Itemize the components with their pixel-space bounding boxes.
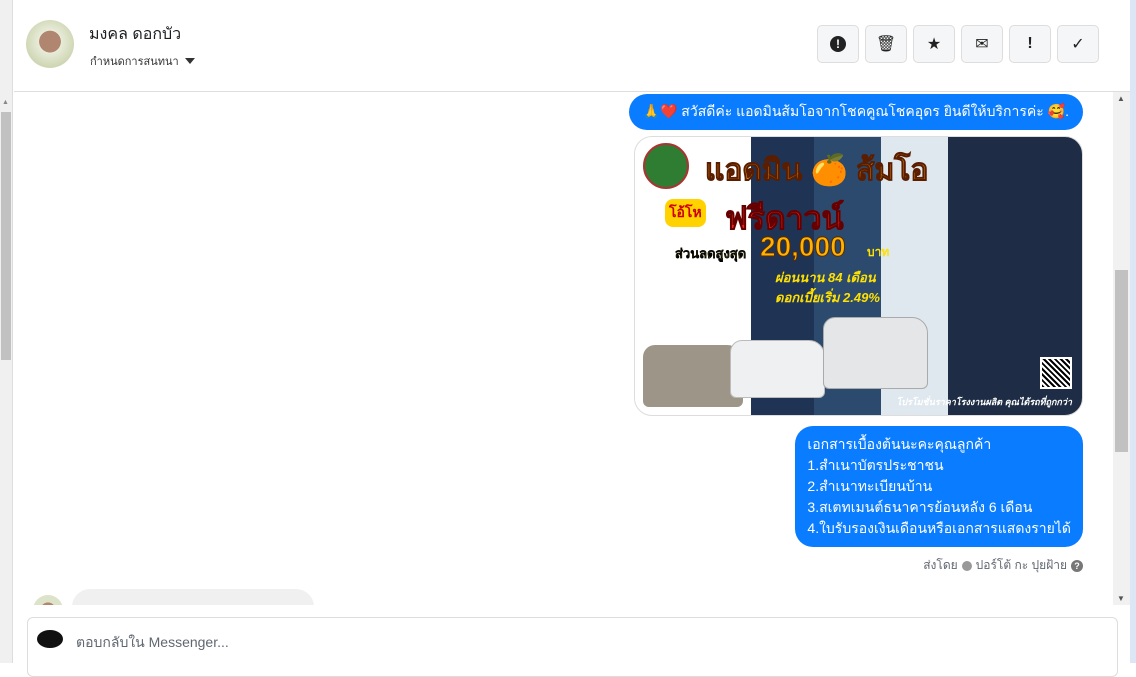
incoming-message	[72, 589, 314, 605]
verified-icon	[961, 560, 972, 571]
promo-installment: ผ่อนนาน 84 เดือน	[775, 270, 876, 285]
window-edge	[1130, 0, 1136, 663]
assign-conversation-dropdown[interactable]: กำหนดการสนทนา	[90, 52, 195, 70]
conversation-header: มงคล ดอกบัว กำหนดการสนทนา ! 🗑 ★ ✉ ! ✓	[14, 0, 1130, 92]
message-line: เอกสารเบื้องต้นนะคะคุณลูกค้า	[807, 436, 992, 452]
reply-input[interactable]: ตอบกลับใน Messenger...	[76, 632, 229, 654]
scroll-up-icon[interactable]: ▲	[1117, 94, 1125, 103]
contact-avatar-small	[33, 595, 63, 605]
car-image	[643, 345, 743, 407]
star-icon: ★	[926, 36, 942, 53]
promo-discount-label: ส่วนลดสูงสุด	[675, 246, 747, 261]
message-line: 2.สำเนาทะเบียนบ้าน	[807, 478, 933, 494]
contact-avatar[interactable]	[26, 20, 74, 68]
assign-label: กำหนดการสนทนา	[90, 56, 179, 68]
promo-footer: โปรโมชั่นราคาโรงงานผลิต คุณได้รถที่ถูกกว…	[896, 397, 1072, 407]
action-toolbar: ! 🗑 ★ ✉ ! ✓	[817, 25, 1099, 63]
pickup-cage-image	[823, 317, 928, 389]
page-avatar	[37, 630, 63, 648]
reply-composer[interactable]: ตอบกลับใน Messenger...	[27, 617, 1118, 677]
mark-unread-button[interactable]: ✉	[961, 25, 1003, 63]
trash-icon: 🗑	[875, 36, 897, 53]
outgoing-message: 🙏❤️ สวัสดีค่ะ แอดมินส้มโอจากโชคคูณโชคอุด…	[628, 94, 1083, 130]
mark-done-button[interactable]: ✓	[1057, 25, 1099, 63]
envelope-icon: ✉	[975, 36, 989, 53]
sent-by-label: ส่งโดย	[923, 558, 958, 572]
star-button[interactable]: ★	[913, 25, 955, 63]
scroll-up-icon[interactable]: ▲	[2, 99, 9, 106]
dealer-logo	[643, 143, 689, 189]
scrollbar-thumb[interactable]	[1, 112, 11, 360]
message-thread: 🙏❤️ สวัสดีค่ะ แอดมินส้มโอจากโชคคูณโชคอุด…	[14, 92, 1113, 605]
mark-spam-button[interactable]: !	[817, 25, 859, 63]
delete-button[interactable]: 🗑	[865, 25, 907, 63]
check-icon: ✓	[1071, 36, 1085, 53]
caret-down-icon	[184, 58, 195, 64]
sent-by-info: ส่งโดย ปอร์โต้ กะ ปุยฝ้าย ?	[923, 556, 1083, 575]
promo-discount-amount: 20,000	[760, 231, 847, 263]
pickup-image	[730, 340, 825, 398]
promo-image[interactable]: แอดมิน 🍊 ส้มโอ โอ้โห ฟรีดาวน์ ส่วนลดสูงส…	[634, 136, 1083, 416]
follow-up-button[interactable]: !	[1009, 25, 1051, 63]
alert-circle-icon: !	[830, 36, 846, 52]
message-line: 4.ใบรับรองเงินเดือนหรือเอกสารแสดงรายได้	[807, 520, 1071, 536]
outgoing-message-documents: เอกสารเบื้องต้นนะคะคุณลูกค้า 1.สำเนาบัตร…	[795, 426, 1083, 547]
promo-title: แอดมิน 🍊 ส้มโอ	[704, 154, 929, 188]
scroll-down-icon[interactable]: ▼	[1117, 594, 1125, 603]
contact-name[interactable]: มงคล ดอกบัว	[89, 22, 181, 47]
promo-interest: ดอกเบี้ยเริ่ม 2.49%	[775, 290, 880, 305]
thread-scrollbar[interactable]: ▲ ▼	[1113, 92, 1130, 605]
left-scrollbar[interactable]: ▲	[0, 0, 13, 663]
scrollbar-thumb[interactable]	[1115, 270, 1128, 452]
promo-currency: บาท	[867, 245, 890, 259]
qr-code	[1040, 357, 1072, 389]
message-line: 1.สำเนาบัตรประชาชน	[807, 457, 944, 473]
promo-badge: โอ้โห	[665, 199, 706, 227]
message-line: 3.สเตทเมนต์ธนาคารย้อนหลัง 6 เดือน	[807, 499, 1033, 515]
exclamation-icon: !	[1027, 35, 1033, 52]
help-icon[interactable]: ?	[1071, 559, 1083, 572]
sender-name[interactable]: ปอร์โต้ กะ ปุยฝ้าย	[976, 556, 1067, 575]
